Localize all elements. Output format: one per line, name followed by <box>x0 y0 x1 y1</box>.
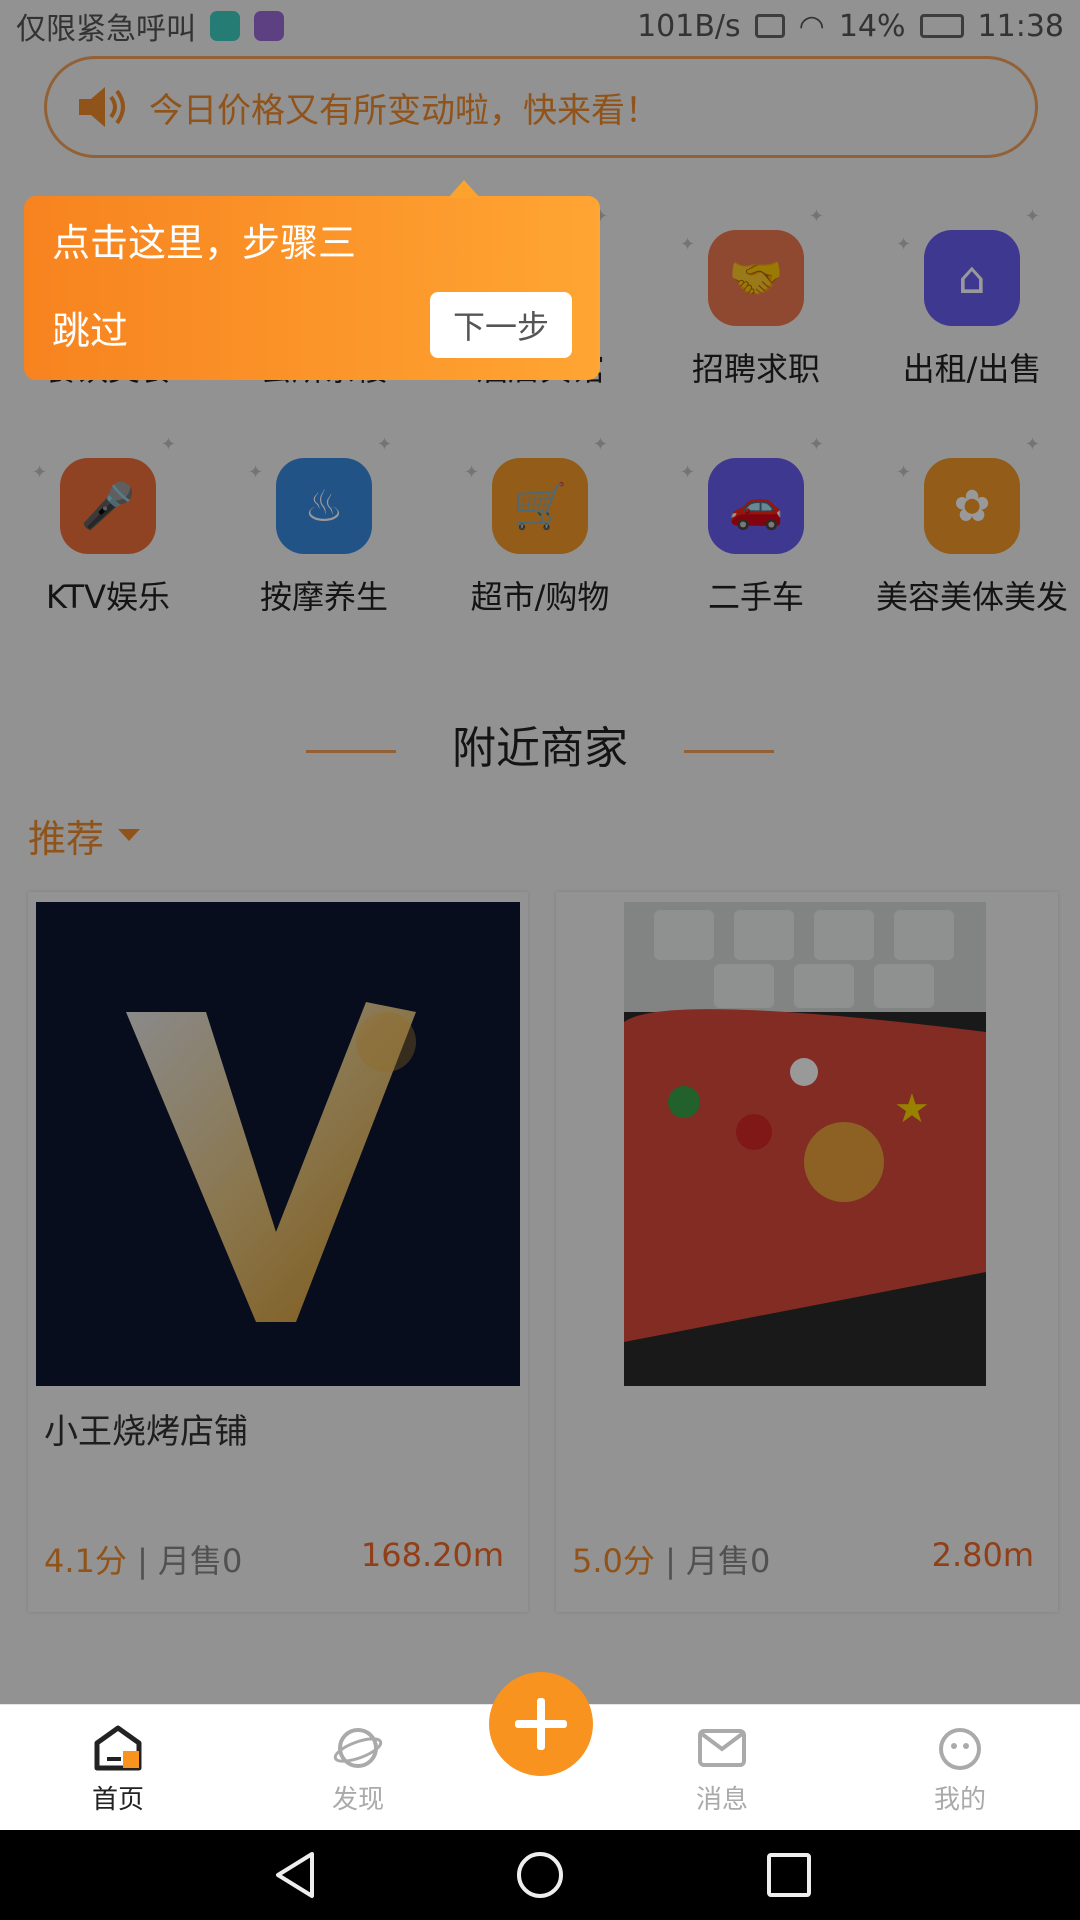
nav-label: 首页 <box>91 1785 144 1815</box>
skip-button[interactable]: 跳过 <box>52 300 128 355</box>
recents-icon[interactable] <box>764 1850 814 1900</box>
plus-icon <box>515 1698 567 1750</box>
back-icon[interactable] <box>270 1850 320 1900</box>
nav-discover[interactable]: 发现 <box>298 1725 418 1816</box>
nav-messages[interactable]: 消息 <box>662 1725 782 1816</box>
publish-button[interactable] <box>489 1672 593 1776</box>
mail-icon <box>698 1729 746 1767</box>
tooltip-arrow <box>448 180 480 198</box>
guide-step-text: 点击这里，步骤三 <box>52 221 357 265</box>
home-icon <box>94 1725 142 1771</box>
planet-icon <box>333 1728 383 1768</box>
guide-tooltip: 点击这里，步骤三 跳过 下一步 <box>24 180 600 380</box>
home-circle-icon[interactable] <box>515 1850 565 1900</box>
nav-label: 我的 <box>933 1785 986 1815</box>
profile-icon <box>939 1728 981 1770</box>
nav-profile[interactable]: 我的 <box>900 1725 1020 1816</box>
next-step-button[interactable]: 下一步 <box>430 292 572 358</box>
nav-label: 发现 <box>331 1785 384 1815</box>
nav-label: 消息 <box>695 1785 748 1815</box>
nav-home[interactable]: 首页 <box>58 1725 178 1816</box>
system-nav-bar <box>0 1830 1080 1920</box>
